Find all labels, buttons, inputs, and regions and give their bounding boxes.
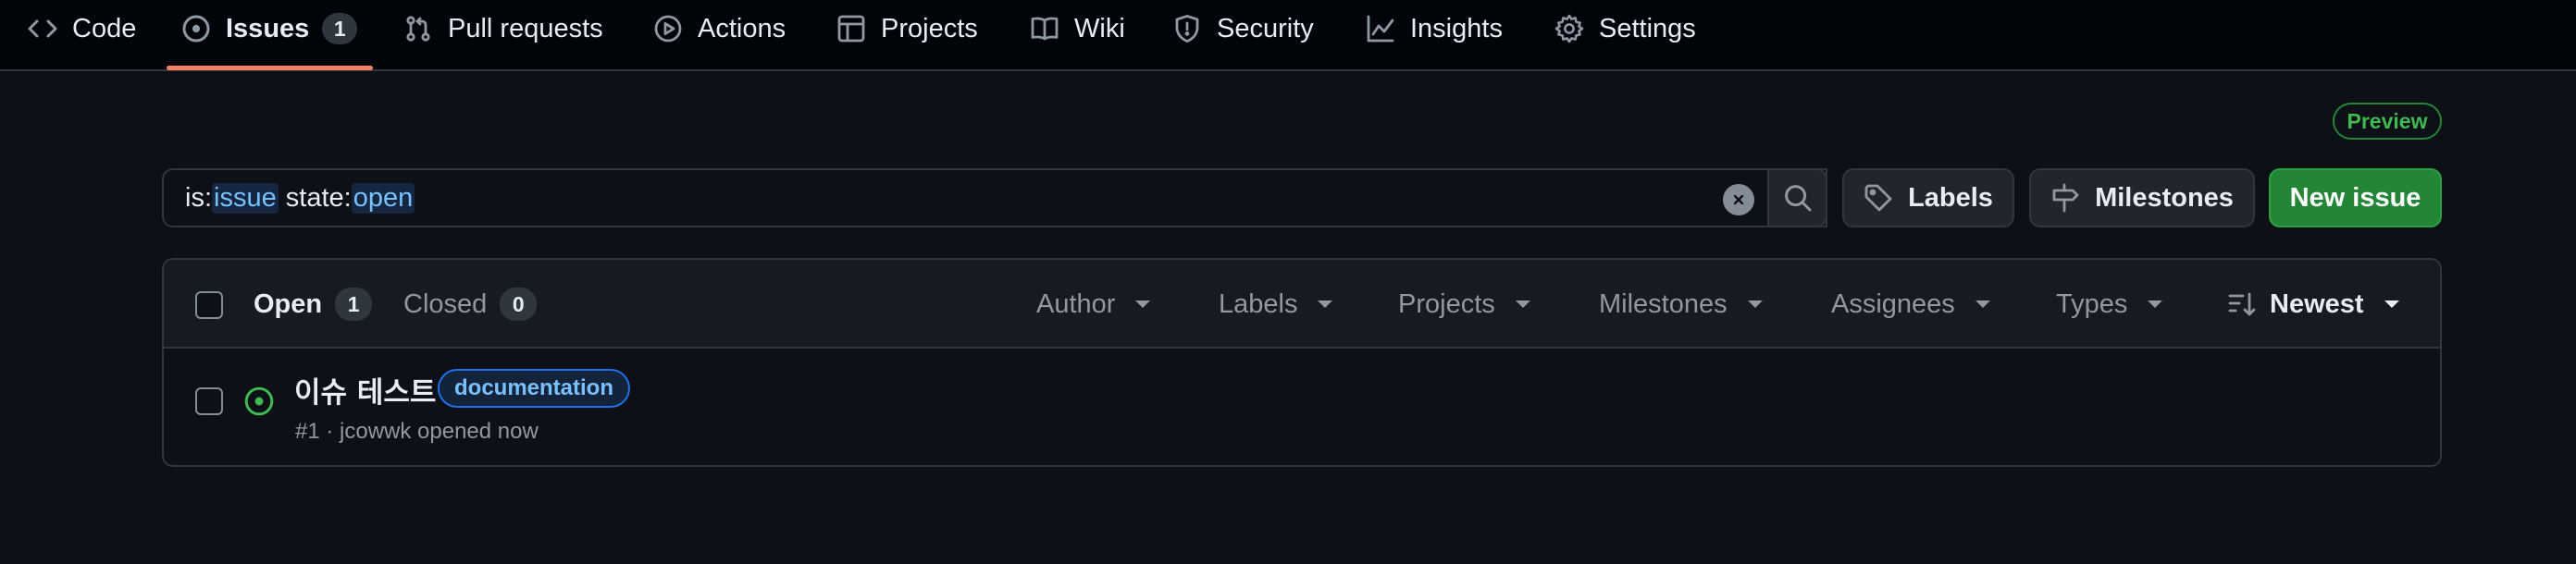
author-filter[interactable]: Author (1036, 284, 1151, 325)
issue-label-chip[interactable]: documentation (438, 369, 630, 408)
open-count: 1 (335, 288, 373, 321)
issue-checkbox[interactable] (195, 387, 223, 415)
milestone-icon (2050, 183, 2080, 213)
book-icon (1030, 14, 1059, 43)
tab-insights-label: Insights (1410, 13, 1503, 43)
git-pull-request-icon (403, 14, 433, 43)
labels-filter[interactable]: Labels (1219, 284, 1333, 325)
projects-filter[interactable]: Projects (1398, 284, 1530, 325)
search-input[interactable]: is: issue state: open (162, 168, 1827, 227)
triangle-down-icon (2384, 300, 2399, 308)
projects-filter-label: Projects (1398, 288, 1495, 319)
tab-security-label: Security (1217, 13, 1314, 43)
tab-projects-label: Projects (881, 13, 978, 43)
tab-settings[interactable]: Settings (1554, 0, 1696, 57)
open-tab-label: Open (254, 288, 323, 319)
play-icon (653, 14, 683, 43)
tab-projects[interactable]: Projects (836, 0, 978, 57)
table-icon (836, 14, 866, 43)
tab-settings-label: Settings (1599, 13, 1696, 43)
search-icon (1784, 185, 1811, 212)
tab-pull-requests-label: Pull requests (448, 13, 603, 43)
labels-filter-label: Labels (1219, 288, 1298, 319)
query-value: issue (212, 182, 279, 214)
issues-counter: 1 (322, 13, 358, 44)
tab-issues-label: Issues (226, 13, 310, 43)
new-issue-button[interactable]: New issue (2269, 168, 2442, 227)
tab-actions-label: Actions (698, 13, 786, 43)
table-row[interactable]: 이슈 테스트 documentation #1 · jcowwk opened … (164, 349, 2440, 465)
labels-button-label: Labels (1908, 182, 1993, 213)
open-issues-tab[interactable]: Open 1 (254, 284, 373, 325)
tag-icon (1864, 183, 1893, 213)
tab-security[interactable]: Security (1172, 0, 1314, 57)
issue-opened-icon (244, 386, 274, 416)
sort-dropdown[interactable]: Newest (2227, 284, 2399, 325)
milestones-filter-label: Milestones (1599, 288, 1728, 319)
types-filter-label: Types (2056, 288, 2128, 319)
preview-badge[interactable]: Preview (2333, 103, 2442, 140)
tab-insights[interactable]: Insights (1366, 0, 1503, 57)
closed-tab-label: Closed (403, 288, 488, 319)
triangle-down-icon (2148, 300, 2163, 308)
triangle-down-icon (1135, 300, 1151, 308)
issues-list: Open 1 Closed 0 Author Labels Projects M… (162, 258, 2442, 467)
milestones-button-label: Milestones (2095, 182, 2234, 213)
query-qualifier: state: (278, 182, 352, 213)
graph-icon (1366, 14, 1395, 43)
select-all-checkbox[interactable] (195, 291, 223, 319)
tab-actions[interactable]: Actions (653, 0, 786, 57)
gear-icon (1554, 14, 1584, 43)
tab-code-label: Code (72, 13, 137, 43)
query-value: open (351, 182, 415, 214)
tab-pull-requests[interactable]: Pull requests (403, 0, 603, 57)
search-button[interactable] (1767, 168, 1827, 227)
triangle-down-icon (1515, 300, 1530, 308)
tab-code[interactable]: Code (28, 0, 136, 57)
labels-button[interactable]: Labels (1842, 168, 2014, 227)
assignees-filter[interactable]: Assignees (1831, 284, 1990, 325)
issue-meta: #1 · jcowwk opened now (295, 419, 539, 444)
sort-desc-icon (2227, 289, 2257, 319)
selected-tab-underline (167, 66, 373, 70)
milestones-button[interactable]: Milestones (2029, 168, 2255, 227)
shield-icon (1172, 14, 1202, 43)
triangle-down-icon (1318, 300, 1333, 308)
code-icon (28, 14, 57, 43)
sort-label: Newest (2270, 288, 2364, 319)
issue-title-link[interactable]: 이슈 테스트 (294, 369, 436, 411)
assignees-filter-label: Assignees (1831, 288, 1955, 319)
types-filter[interactable]: Types (2056, 284, 2163, 325)
repo-nav: Code Issues 1 Pull requests Actions Proj… (0, 0, 2576, 71)
triangle-down-icon (1747, 300, 1763, 308)
closed-count: 0 (500, 288, 538, 321)
milestones-filter[interactable]: Milestones (1599, 284, 1763, 325)
issue-opened-icon (181, 14, 211, 43)
x-icon (1733, 194, 1744, 205)
triangle-down-icon (1975, 300, 1990, 308)
clear-search-button[interactable] (1723, 184, 1754, 215)
issues-list-header: Open 1 Closed 0 Author Labels Projects M… (164, 260, 2440, 349)
closed-issues-tab[interactable]: Closed 0 (403, 284, 538, 325)
tab-issues[interactable]: Issues 1 (181, 0, 358, 57)
query-qualifier: is: (185, 182, 212, 213)
author-filter-label: Author (1036, 288, 1116, 319)
tab-wiki[interactable]: Wiki (1030, 0, 1125, 57)
tab-wiki-label: Wiki (1074, 13, 1125, 43)
